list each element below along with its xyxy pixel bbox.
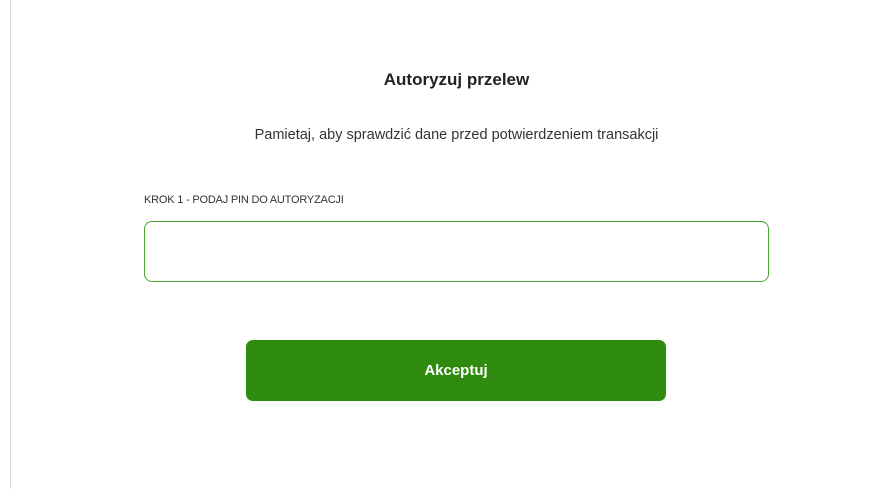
- authorization-dialog: Autoryzuj przelew Pamietaj, aby sprawdzi…: [0, 0, 889, 489]
- pin-input[interactable]: [144, 221, 769, 282]
- dialog-title: Autoryzuj przelew: [383, 70, 530, 89]
- accept-button[interactable]: Akceptuj: [246, 340, 666, 401]
- dialog-subtitle: Pamietaj, aby sprawdzić dane przed potwi…: [254, 127, 659, 143]
- pin-step-label: KROK 1 - PODAJ PIN DO AUTORYZACJI: [144, 194, 344, 206]
